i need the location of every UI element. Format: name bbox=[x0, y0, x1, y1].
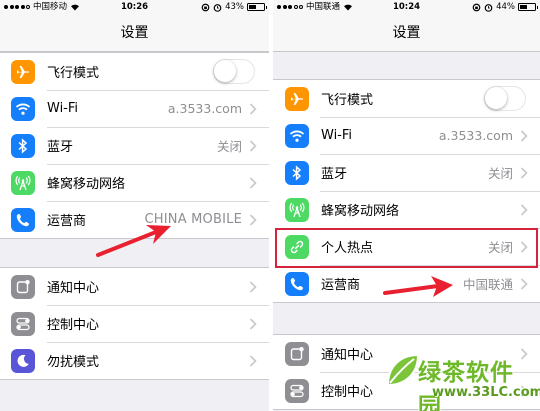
right-screen: 中国联通 10:24 44% 设置 飞行模式 Wi-Fi a.3533.com bbox=[273, 0, 540, 411]
watermark-url: www.33LC.com bbox=[432, 385, 540, 400]
watermark: 绿茶软件园 www.33LC.com bbox=[382, 351, 540, 411]
left-screen: 中国移动 10:26 43% 设置 飞行模式 Wi-Fi a.3533.com bbox=[0, 0, 269, 411]
leaf-logo-icon bbox=[386, 353, 420, 387]
annotation-arrow-icon bbox=[383, 276, 453, 297]
annotation-arrow-icon bbox=[96, 225, 171, 257]
watermark-title: 绿茶软件园 bbox=[418, 360, 514, 411]
